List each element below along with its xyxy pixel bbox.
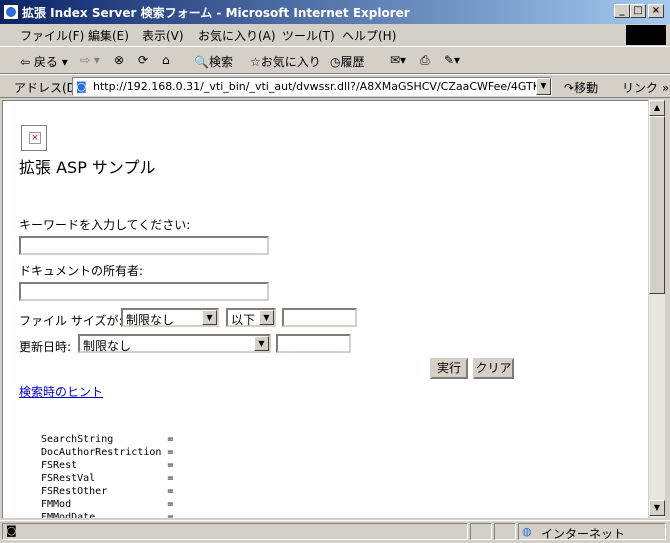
owner-input[interactable]	[19, 282, 269, 301]
menu-view[interactable]: 表示(V)	[142, 27, 184, 44]
page-done-icon: ◙	[6, 524, 17, 537]
close-button[interactable]: ×	[648, 4, 664, 18]
status-pane	[494, 523, 516, 540]
submit-button[interactable]: 実行	[430, 358, 468, 379]
address-dropdown-icon[interactable]: ▼	[536, 78, 551, 95]
back-button[interactable]: ⇦ 戻る ▾	[20, 53, 68, 70]
title-bar: 拡張 Index Server 検索フォーム - Microsoft Inter…	[0, 0, 670, 24]
refresh-icon[interactable]: ⟳	[138, 53, 148, 67]
variables-list: SearchString = DocAuthorRestriction = FS…	[41, 434, 174, 518]
status-pane	[470, 523, 492, 540]
search-hints-link[interactable]: 検索時のヒント	[19, 383, 103, 400]
menu-favorites[interactable]: お気に入り(A)	[198, 27, 276, 44]
history-button[interactable]: ◷履歴	[330, 53, 365, 70]
favorites-label: お気に入り	[260, 55, 321, 69]
maximize-button[interactable]: □	[630, 4, 646, 18]
filesize-select-value: 制限なし	[126, 313, 175, 327]
windows-logo-icon	[626, 25, 666, 45]
scroll-up-icon[interactable]: ▲	[649, 100, 665, 116]
chevron-down-icon: ▼	[202, 310, 217, 325]
zone-pane: ◍ インターネット	[518, 523, 666, 541]
menu-file[interactable]: ファイル(F)	[20, 27, 84, 44]
home-icon[interactable]: ⌂	[162, 53, 170, 67]
globe-icon: ◍	[522, 525, 532, 538]
clear-button[interactable]: クリア	[473, 358, 514, 379]
minimize-button[interactable]: _	[614, 4, 630, 18]
page-heading: 拡張 ASP サンプル	[19, 158, 156, 177]
print-icon[interactable]: ⎙	[420, 53, 430, 68]
ie-icon	[3, 4, 19, 20]
edit-icon[interactable]: ✎▾	[444, 53, 460, 67]
chevron-down-icon: ▼	[259, 310, 274, 325]
scroll-down-icon[interactable]: ▼	[649, 500, 665, 516]
menu-tools[interactable]: ツール(T)	[282, 27, 335, 44]
modified-input[interactable]	[276, 334, 351, 353]
forward-button[interactable]: ⇨ ▾	[80, 53, 100, 67]
address-label: アドレス(D)	[14, 81, 81, 95]
vertical-scrollbar[interactable]: ▲ ▼	[648, 100, 665, 518]
broken-image-icon: ×	[21, 125, 47, 151]
search-button[interactable]: 🔍検索	[194, 53, 233, 70]
search-label: 検索	[208, 55, 233, 69]
modified-select[interactable]: 制限なし ▼	[78, 334, 271, 353]
window-title: 拡張 Index Server 検索フォーム - Microsoft Inter…	[22, 6, 410, 20]
filesize-input[interactable]	[282, 308, 357, 327]
menu-help[interactable]: ヘルプ(H)	[342, 27, 396, 44]
menu-bar: ファイル(F) 編集(E) 表示(V) お気に入り(A) ツール(T) ヘルプ(…	[0, 24, 670, 47]
owner-label: ドキュメントの所有者:	[19, 264, 144, 278]
modified-select-value: 制限なし	[83, 339, 132, 353]
status-bar: ◙ ◍ インターネット	[0, 520, 670, 543]
menu-edit[interactable]: 編集(E)	[88, 27, 129, 44]
mail-icon[interactable]: ✉▾	[390, 53, 406, 67]
address-input[interactable]: ◙ http://192.168.0.31/_vti_bin/_vti_aut/…	[72, 77, 552, 96]
go-label: 移動	[574, 81, 599, 95]
compare-select-value: 以下	[231, 313, 256, 327]
history-label: 履歴	[340, 55, 365, 69]
status-text-pane: ◙	[2, 523, 468, 540]
filesize-label: ファイル サイズが:	[19, 314, 123, 328]
page-content: × 拡張 ASP サンプル キーワードを入力してください: ドキュメントの所有者…	[2, 100, 648, 518]
keyword-input[interactable]	[19, 236, 269, 255]
page-icon: ◙	[76, 80, 87, 93]
links-button[interactable]: リンク »	[622, 79, 669, 96]
address-bar: アドレス(D) ◙ http://192.168.0.31/_vti_bin/_…	[0, 74, 670, 98]
keyword-label: キーワードを入力してください:	[19, 218, 191, 232]
address-url: http://192.168.0.31/_vti_bin/_vti_aut/dv…	[93, 80, 552, 93]
chevron-down-icon: ▼	[254, 336, 269, 351]
back-label: 戻る	[33, 55, 58, 69]
modified-label: 更新日時:	[19, 340, 72, 354]
toolbar: ⇦ 戻る ▾ ⇨ ▾ ⊗ ⟳ ⌂ 🔍検索 ☆お気に入り ◷履歴 ✉▾ ⎙ ✎▾	[0, 46, 670, 74]
scroll-thumb[interactable]	[649, 116, 665, 294]
zone-label: インターネット	[541, 527, 626, 541]
favorites-button[interactable]: ☆お気に入り	[250, 53, 321, 70]
compare-select[interactable]: 以下 ▼	[226, 308, 276, 327]
filesize-select[interactable]: 制限なし ▼	[121, 308, 219, 327]
go-button[interactable]: ↷移動	[564, 79, 598, 96]
stop-icon[interactable]: ⊗	[114, 53, 124, 67]
